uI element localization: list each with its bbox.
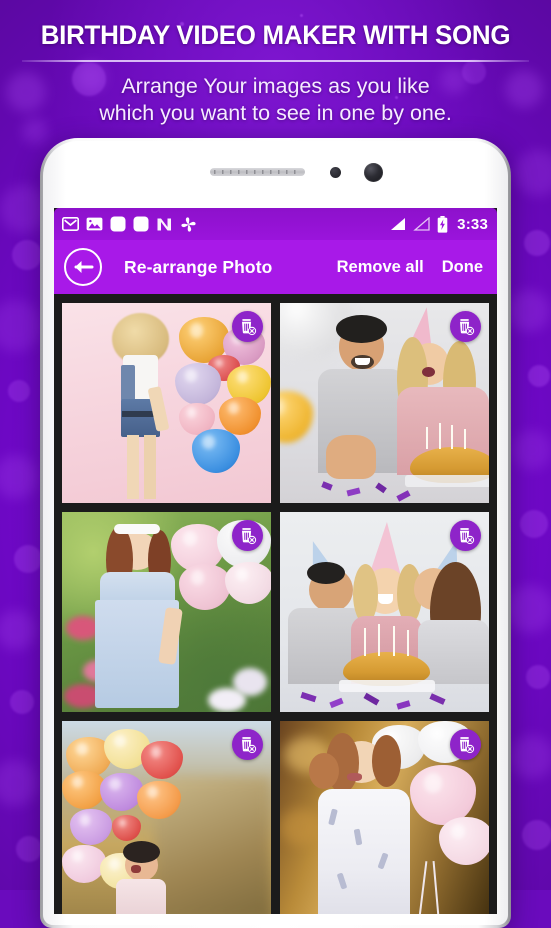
photo-grid-item[interactable]	[62, 512, 271, 712]
promo-subtitle: Arrange Your images as you like which yo…	[0, 73, 551, 127]
trash-delete-icon	[459, 319, 475, 336]
signal-full-icon	[391, 218, 406, 230]
pinwheel-icon	[181, 216, 196, 232]
header-divider	[22, 60, 529, 62]
bokeh-circle	[508, 290, 550, 332]
status-bar-clock: 3:33	[457, 215, 488, 233]
photos-icon	[86, 217, 103, 231]
page-title: BIRTHDAY VIDEO MAKER WITH SONG	[40, 20, 511, 50]
bokeh-circle	[12, 240, 42, 270]
phone-mockup: 3:33 Re-arrange Photo Remove all Done	[40, 138, 511, 928]
bokeh-circle	[512, 430, 551, 470]
toolbar-title: Re-arrange Photo	[124, 256, 273, 277]
signal-empty-icon	[413, 217, 430, 231]
speaker-grille-icon	[209, 168, 305, 176]
front-camera-icon	[363, 163, 383, 182]
bokeh-circle	[515, 150, 551, 196]
promo-subtitle-line-1: Arrange Your images as you like	[121, 74, 430, 98]
bokeh-circle	[526, 665, 550, 689]
photo-grid-item[interactable]	[62, 721, 271, 914]
battery-charging-icon	[437, 215, 448, 233]
phone-screen: 3:33 Re-arrange Photo Remove all Done	[54, 208, 497, 914]
app-placeholder-icon	[133, 216, 149, 232]
trash-delete-icon	[241, 737, 257, 754]
back-button[interactable]	[64, 248, 102, 286]
bokeh-circle	[0, 455, 38, 499]
proximity-sensor-icon	[329, 167, 341, 178]
done-button[interactable]: Done	[442, 258, 483, 277]
toolbar-actions: Remove all Done	[337, 258, 483, 277]
phone-body: 3:33 Re-arrange Photo Remove all Done	[43, 141, 508, 925]
bokeh-circle	[524, 230, 550, 256]
gmail-icon	[62, 217, 79, 231]
bokeh-circle	[506, 585, 551, 633]
trash-delete-icon	[459, 528, 475, 545]
photo-grid-item[interactable]	[280, 512, 489, 712]
delete-photo-button[interactable]	[450, 729, 481, 760]
status-bar: 3:33	[54, 208, 497, 240]
bokeh-circle	[8, 380, 30, 402]
bokeh-circle	[522, 820, 551, 850]
trash-delete-icon	[241, 528, 257, 545]
bokeh-circle	[520, 510, 548, 538]
bokeh-circle	[10, 690, 34, 714]
promo-subtitle-line-2: which you want to see in one by one.	[99, 101, 452, 125]
status-bar-right-icons: 3:33	[389, 215, 488, 233]
trash-delete-icon	[241, 319, 257, 336]
photo-grid-item[interactable]	[280, 721, 489, 914]
delete-photo-button[interactable]	[232, 729, 263, 760]
delete-photo-button[interactable]	[232, 520, 263, 551]
nougat-n-icon	[157, 218, 171, 230]
bokeh-circle	[0, 760, 38, 806]
app-placeholder-icon	[110, 216, 126, 232]
bokeh-circle	[528, 365, 550, 387]
photo-grid-item[interactable]	[62, 303, 271, 503]
phone-top-hardware	[54, 141, 497, 208]
photo-grid	[54, 294, 497, 914]
bokeh-circle	[16, 836, 42, 862]
delete-photo-button[interactable]	[450, 520, 481, 551]
delete-photo-button[interactable]	[232, 311, 263, 342]
back-arrow-icon	[74, 261, 94, 273]
bokeh-circle	[0, 610, 36, 650]
delete-photo-button[interactable]	[450, 311, 481, 342]
remove-all-button[interactable]: Remove all	[337, 258, 424, 277]
status-bar-left-icons	[62, 216, 197, 233]
bokeh-circle	[14, 545, 42, 573]
bokeh-circle	[0, 300, 42, 352]
trash-delete-icon	[459, 737, 475, 754]
promo-header: BIRTHDAY VIDEO MAKER WITH SONG Arrange Y…	[0, 0, 551, 127]
bokeh-circle	[510, 735, 551, 779]
photo-grid-item[interactable]	[280, 303, 489, 503]
app-toolbar: Re-arrange Photo Remove all Done	[54, 240, 497, 294]
